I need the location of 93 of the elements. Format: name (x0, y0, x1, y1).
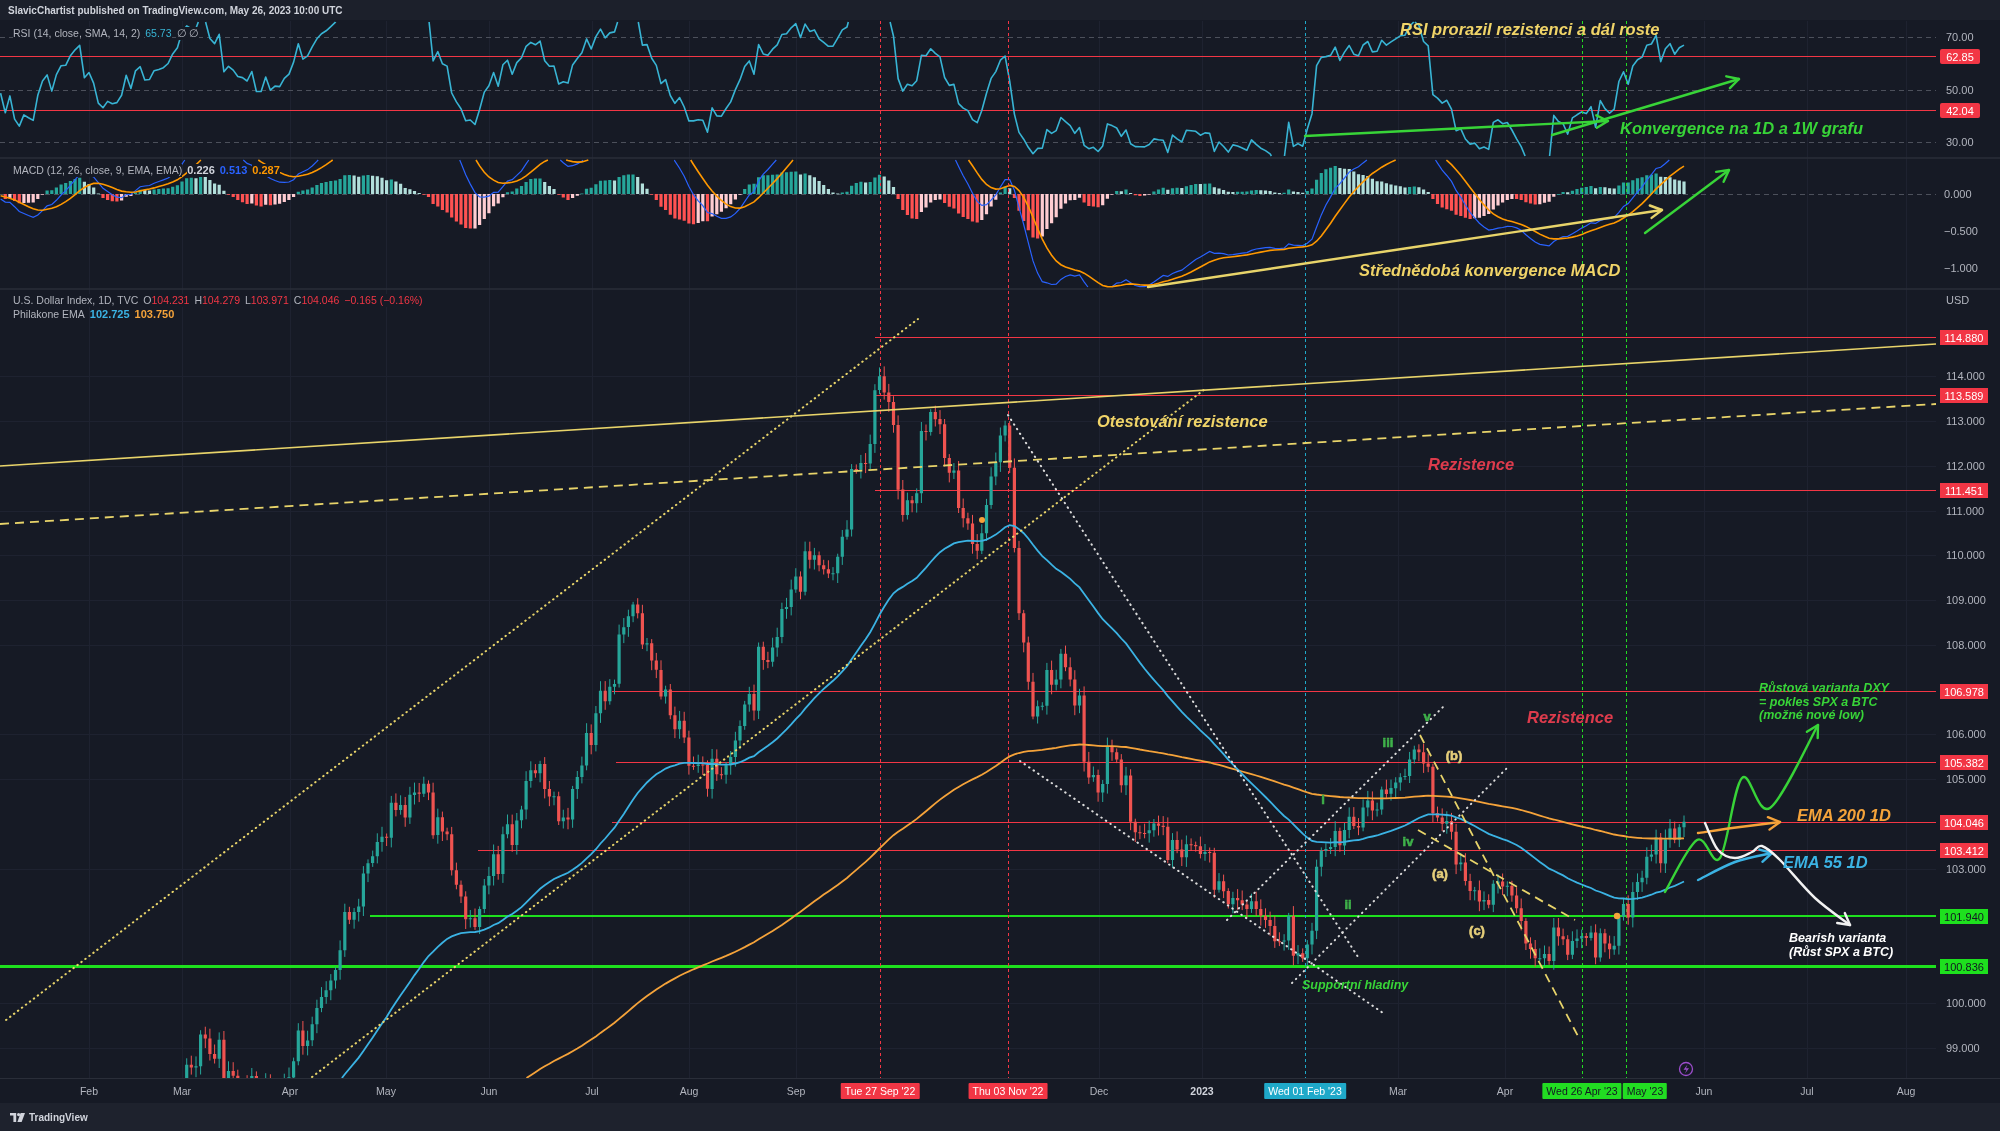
chart-annotation: Konvergence na 1D a 1W grafu (1620, 119, 1863, 137)
axis-label: Sep (786, 1085, 806, 1097)
axis-label: Aug (679, 1085, 699, 1097)
axis-label: −0.500 (1944, 225, 1978, 237)
marker-dot-icon (1613, 912, 1621, 920)
axis-label: 100.000 (1946, 997, 1986, 1010)
price-badge: 105.382 (1940, 755, 1988, 770)
axis-label: 105.000 (1946, 773, 1986, 786)
axis-label: 0.000 (1944, 188, 1972, 200)
brand-name: TradingView (29, 1111, 88, 1123)
axis-label: 109.000 (1946, 594, 1986, 607)
chart-annotation: Rezistence (1428, 455, 1515, 473)
axis-label: 103.000 (1946, 862, 1986, 875)
axis-label: Jul (1800, 1085, 1814, 1097)
price-badge: 106.978 (1940, 684, 1988, 699)
wave-label: iv (1402, 834, 1414, 849)
date-badge: Tue 27 Sep '22 (840, 1083, 920, 1099)
axis-label: Mar (172, 1085, 192, 1097)
axis-label: Jul (585, 1085, 599, 1097)
wave-label: (a) (1432, 866, 1448, 881)
indicator-title: RSI (14, close, SMA, 14, 2) (13, 27, 141, 40)
chart-annotation: Otestování rezistence (1097, 412, 1268, 430)
indicator-value: 0.226 (187, 164, 215, 177)
ohlc-value: 104.279 (202, 294, 240, 307)
axis-label: 70.00 (1946, 31, 1974, 43)
date-badge: Wed 01 Feb '23 (1264, 1083, 1346, 1099)
symbol-title: U.S. Dollar Index, 1D, TVC (13, 294, 139, 307)
axis-label: 114.000 (1946, 370, 1985, 383)
chart-annotation: EMA 55 1D (1783, 853, 1868, 871)
ohlc-value: 103.971 (250, 294, 289, 307)
wave-label: ii (1344, 897, 1352, 912)
axis-label: 30.00 (1946, 136, 1974, 148)
ohlc-label: L (245, 294, 251, 307)
wave-label: v (1423, 709, 1431, 724)
ohlc-value: 104.231 (151, 294, 190, 307)
axis-label: Feb (79, 1085, 99, 1097)
axis-label: 99.000 (1946, 1041, 1980, 1054)
axis-label: 110.000 (1946, 549, 1985, 562)
price-badge: 113.589 (1940, 388, 1988, 403)
axis-label: May (376, 1085, 396, 1097)
ohlc-label: O (143, 294, 152, 307)
date-badge: May '23 (1622, 1083, 1668, 1099)
price-change: −0.165 (−0.16%) (344, 294, 423, 307)
axis-label: Aug (1896, 1085, 1916, 1097)
axis-label: Jun (480, 1085, 498, 1097)
price-badge: 101.940 (1940, 909, 1988, 924)
axis-label: Jun (1695, 1085, 1713, 1097)
price-badge: 104.046 (1940, 815, 1988, 830)
indicator-value: 0.287 (252, 164, 280, 177)
chart-annotation: Bearish varianta (Růst SPX a BTC) (1789, 931, 1894, 959)
ohlc-label: C (293, 294, 302, 307)
wave-label: (b) (1445, 748, 1463, 763)
price-badge: 111.451 (1940, 483, 1988, 498)
indicator-value: 103.750 (134, 308, 175, 321)
indicator-value: 65.73 (145, 27, 172, 40)
axis-label: 50.00 (1946, 83, 1974, 96)
level-badge: 62.85 (1940, 49, 1980, 64)
logo-icon (10, 1112, 25, 1122)
wave-label: iii (1382, 735, 1394, 750)
axis-label: 111.000 (1946, 504, 1985, 517)
chart-annotation: Rezistence (1527, 708, 1614, 726)
axis-label: 108.000 (1946, 638, 1986, 651)
indicator-value: 0.513 (219, 164, 248, 177)
indicator-value: ∅ ∅ (176, 27, 200, 40)
axis-label: 106.000 (1946, 728, 1986, 741)
level-badge: 42.04 (1940, 103, 1980, 118)
ohlc-label: H (194, 294, 202, 307)
axis-label: 112.000 (1946, 459, 1985, 472)
date-badge: Thu 03 Nov '22 (968, 1083, 1048, 1099)
axis-label: 2023 (1190, 1085, 1214, 1097)
indicator-title: Philakone EMA (13, 308, 85, 321)
chart-annotation: EMA 200 1D (1797, 806, 1891, 824)
date-badge: Wed 26 Apr '23 (1542, 1083, 1622, 1099)
price-badge: 103.412 (1940, 843, 1988, 858)
axis-label: Apr (281, 1085, 299, 1097)
price-badge: 100.836 (1940, 959, 1988, 974)
axis-label: Dec (1089, 1085, 1109, 1097)
price-badge: 114.880 (1940, 330, 1988, 345)
lightning-icon (1678, 1061, 1694, 1077)
chart-annotation: Supportní hladiny (1302, 978, 1409, 992)
wave-label: i (1321, 792, 1325, 807)
currency-label: USD (1946, 294, 1970, 306)
axis-label: Apr (1496, 1085, 1514, 1097)
wave-label: (c) (1469, 923, 1485, 938)
chart-annotation: Střednědobá konvergence MACD (1359, 261, 1621, 279)
indicator-value: 102.725 (89, 308, 130, 321)
publisher-line: SlavicChartist published on TradingView.com, May 26, 2023 10:00 UTC (8, 4, 343, 16)
axis-label: −1.000 (1944, 262, 1978, 274)
ohlc-value: 104.046 (301, 294, 340, 307)
indicator-title: MACD (12, 26, close, 9, EMA, EMA) (13, 164, 183, 177)
axis-label: Mar (1388, 1085, 1408, 1097)
axis-label: 113.000 (1946, 415, 1985, 427)
marker-dot-icon (979, 517, 985, 523)
